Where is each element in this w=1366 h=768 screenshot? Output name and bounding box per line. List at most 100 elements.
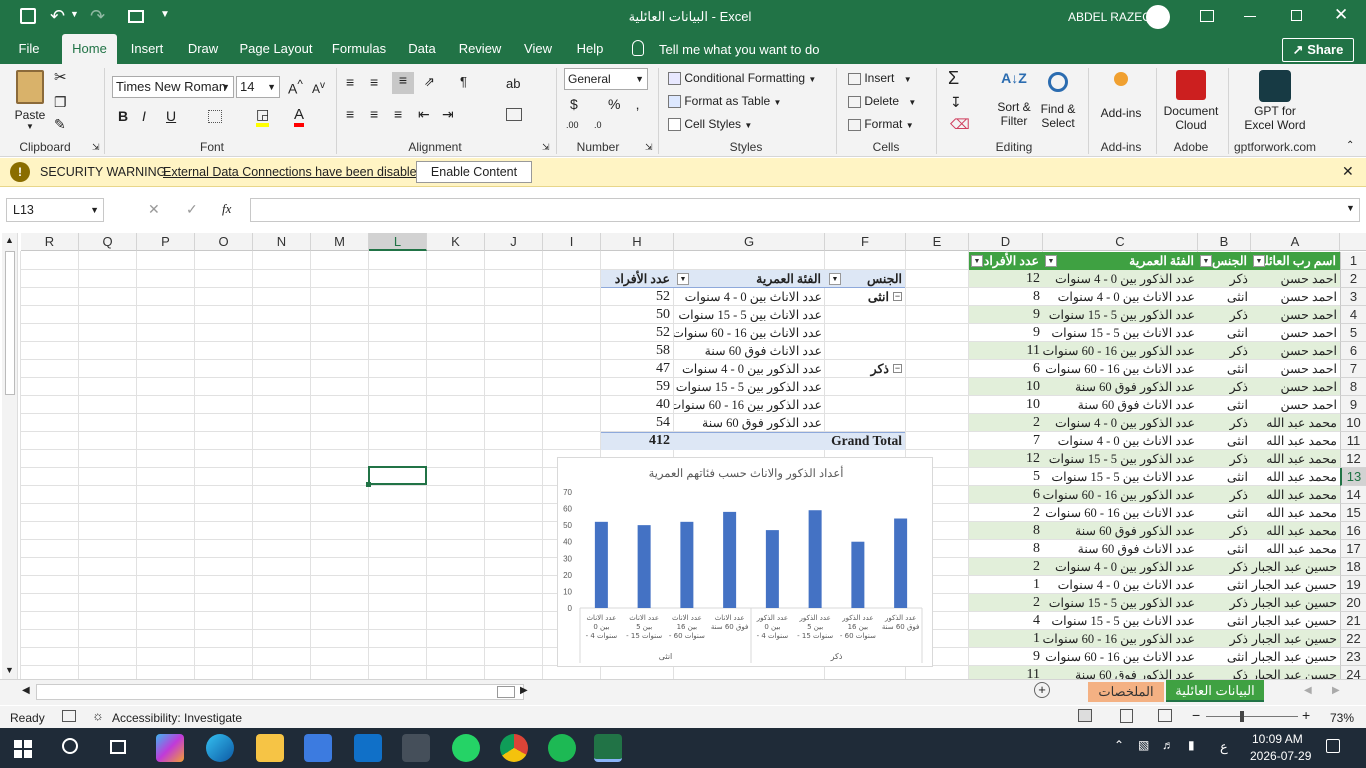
- pivot-row-category[interactable]: عدد الذكور بين 16 - 60 سنوات: [674, 396, 825, 414]
- avatar[interactable]: [1146, 5, 1170, 29]
- number-format-select[interactable]: General ▼: [564, 68, 648, 90]
- cut-icon[interactable]: ✂: [54, 68, 67, 86]
- column-header[interactable]: D: [969, 233, 1043, 251]
- column-header[interactable]: M: [311, 233, 369, 251]
- font-color-icon[interactable]: A: [294, 106, 305, 127]
- enter-icon[interactable]: ✓: [186, 201, 198, 218]
- table-cell[interactable]: 12: [969, 450, 1043, 468]
- minimize-icon[interactable]: [1244, 16, 1256, 17]
- table-cell[interactable]: عدد الذكور بين 0 - 4 سنوات: [1043, 558, 1198, 576]
- battery-icon[interactable]: ▮: [1188, 738, 1195, 752]
- scroll-down-icon[interactable]: ▼: [5, 665, 14, 675]
- table-cell[interactable]: 8: [969, 288, 1043, 306]
- file-explorer-icon[interactable]: [256, 734, 284, 762]
- decrease-font-icon[interactable]: Av: [312, 80, 325, 96]
- wrap-text-icon[interactable]: ab: [506, 76, 520, 91]
- outlook-icon[interactable]: [354, 734, 382, 762]
- table-cell[interactable]: ذكر: [1198, 378, 1251, 396]
- table-cell[interactable]: ذكر: [1198, 306, 1251, 324]
- row-header[interactable]: 11: [1340, 432, 1366, 450]
- table-cell[interactable]: 12: [969, 270, 1043, 288]
- worksheet-grid[interactable]: R Q P O N M L K J I H G F E D C B A 1 2 3 4 5 6 7 8 9 10 11 12 13 14 15 1…: [0, 233, 1366, 679]
- table-cell[interactable]: عدد الاناث بين 0 - 4 سنوات: [1043, 432, 1198, 450]
- align-left-icon[interactable]: ≡: [346, 106, 354, 122]
- horizontal-scrollbar[interactable]: [36, 684, 524, 700]
- table-cell[interactable]: احمد حسن: [1251, 342, 1340, 360]
- table-cell[interactable]: عدد الذكور فوق 60 سنة: [1043, 378, 1198, 396]
- table-cell[interactable]: محمد عبد الله: [1251, 468, 1340, 486]
- dialog-launcher-icon[interactable]: ⇲: [92, 142, 100, 153]
- table-cell[interactable]: عدد الذكور بين 16 - 60 سنوات: [1043, 342, 1198, 360]
- row-header[interactable]: 15: [1340, 504, 1366, 522]
- table-cell[interactable]: 2: [969, 504, 1043, 522]
- orientation-icon[interactable]: ⇗: [424, 74, 435, 90]
- row-header[interactable]: 9: [1340, 396, 1366, 414]
- sheet-tab-family-data[interactable]: البيانات العائلية: [1166, 680, 1264, 702]
- column-header[interactable]: A: [1251, 233, 1340, 251]
- borders-icon[interactable]: [208, 110, 222, 123]
- tab-insert[interactable]: Insert: [126, 34, 168, 64]
- row-header[interactable]: 20: [1340, 594, 1366, 612]
- table-cell[interactable]: انثى: [1198, 576, 1251, 594]
- table-cell[interactable]: عدد الذكور بين 16 - 60 سنوات: [1043, 630, 1198, 648]
- align-center-icon[interactable]: ≡: [370, 106, 378, 122]
- language-indicator[interactable]: ع: [1220, 739, 1228, 755]
- normal-view-icon[interactable]: [1078, 709, 1092, 722]
- tab-view[interactable]: View: [520, 34, 556, 64]
- table-cell[interactable]: ذكر: [1198, 450, 1251, 468]
- row-header[interactable]: 21: [1340, 612, 1366, 630]
- copy-icon[interactable]: ❐: [54, 94, 67, 111]
- autosum-icon[interactable]: Σ: [948, 68, 959, 89]
- table-cell[interactable]: احمد حسن: [1251, 396, 1340, 414]
- table-cell[interactable]: عدد الاناث بين 5 - 15 سنوات: [1043, 324, 1198, 342]
- find-select-button[interactable]: Find & Select: [1038, 70, 1078, 130]
- pivot-row-count[interactable]: 59: [601, 378, 674, 396]
- insert-cells-button[interactable]: Insert ▼: [848, 71, 912, 85]
- fill-handle[interactable]: [366, 482, 371, 487]
- row-header[interactable]: 22: [1340, 630, 1366, 648]
- hscroll-thumb[interactable]: [497, 686, 515, 698]
- table-cell[interactable]: انثى: [1198, 540, 1251, 558]
- column-header[interactable]: G: [674, 233, 825, 251]
- align-middle-icon[interactable]: ≡: [370, 74, 378, 90]
- collapse-ribbon-icon[interactable]: ⌃: [1346, 140, 1354, 151]
- pivot-row-category[interactable]: عدد الاناث بين 16 - 60 سنوات: [674, 324, 825, 342]
- save-icon[interactable]: [20, 8, 36, 24]
- table-cell[interactable]: انثى: [1198, 288, 1251, 306]
- decrease-decimal-icon[interactable]: .0: [594, 120, 602, 130]
- search-icon[interactable]: [62, 738, 78, 754]
- zoom-in-icon[interactable]: +: [1302, 707, 1310, 723]
- column-header[interactable]: N: [253, 233, 311, 251]
- column-header[interactable]: K: [427, 233, 485, 251]
- dialog-launcher-icon[interactable]: ⇲: [542, 142, 550, 153]
- table-cell[interactable]: احمد حسن: [1251, 288, 1340, 306]
- paste-button[interactable]: Paste ▼: [12, 70, 48, 131]
- calculator-icon[interactable]: [402, 734, 430, 762]
- table-cell[interactable]: احمد حسن: [1251, 270, 1340, 288]
- row-header[interactable]: 6: [1340, 342, 1366, 360]
- vertical-scrollbar[interactable]: ▲ ▼: [2, 233, 18, 679]
- table-cell[interactable]: 11: [969, 666, 1043, 679]
- table-cell[interactable]: انثى: [1198, 432, 1251, 450]
- copilot-icon[interactable]: [156, 734, 184, 762]
- conditional-formatting-button[interactable]: Conditional Formatting ▼: [668, 71, 816, 86]
- pivot-row-category[interactable]: عدد الاناث بين 0 - 4 سنوات: [674, 288, 825, 306]
- form-icon[interactable]: [128, 10, 144, 23]
- tab-file[interactable]: File: [10, 34, 48, 64]
- filter-dropdown-icon[interactable]: ▼: [1253, 255, 1265, 267]
- align-right-icon[interactable]: ≡: [394, 106, 402, 122]
- row-header[interactable]: 8: [1340, 378, 1366, 396]
- scrollbar-thumb[interactable]: [5, 251, 15, 395]
- row-header[interactable]: 13: [1340, 468, 1366, 486]
- accessibility-status[interactable]: Accessibility: Investigate: [112, 711, 242, 725]
- table-header-cell[interactable]: عدد الأفراد ▼: [969, 252, 1043, 270]
- table-cell[interactable]: ذكر: [1198, 666, 1251, 679]
- insert-function-icon[interactable]: fx: [222, 201, 231, 217]
- delete-cells-button[interactable]: Delete ▼: [848, 94, 916, 108]
- fill-color-icon[interactable]: ◲: [256, 106, 270, 127]
- pivot-row-count[interactable]: 47: [601, 360, 674, 378]
- table-cell[interactable]: 4: [969, 612, 1043, 630]
- filter-dropdown-icon[interactable]: ▼: [1200, 255, 1212, 267]
- row-header[interactable]: 10: [1340, 414, 1366, 432]
- table-cell[interactable]: عدد الاناث بين 16 - 60 سنوات: [1043, 360, 1198, 378]
